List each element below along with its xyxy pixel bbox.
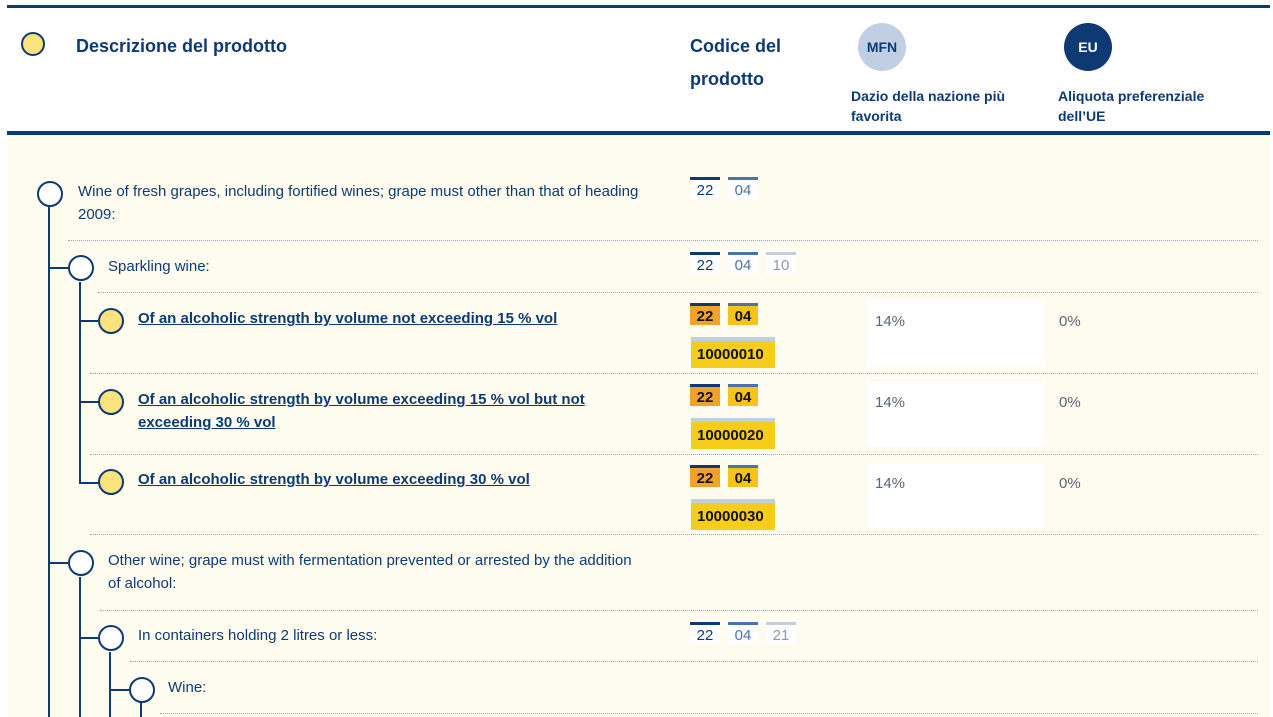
product-code: 22 04 21 (690, 622, 796, 644)
code-heading: 04 (728, 177, 758, 199)
code-subheading: 10 (766, 252, 796, 274)
tree-line (79, 320, 99, 322)
tree-line (140, 702, 142, 717)
row-separator (130, 661, 1258, 662)
tree-node-icon[interactable] (98, 625, 124, 651)
tree-line (48, 562, 70, 564)
code-heading: 04 (728, 384, 758, 406)
code-chapter: 22 (690, 622, 720, 644)
row-description: In containers holding 2 litres or less: (138, 627, 378, 644)
tree-node-icon[interactable] (129, 677, 155, 703)
mfn-rate: 14% (875, 313, 906, 330)
code-suffix: 10000010 (691, 337, 775, 368)
code-subheading: 21 (766, 622, 796, 644)
product-code: 22 04 (690, 303, 758, 325)
row-description: Sparkling wine: (108, 258, 210, 275)
eu-rate: 0% (1059, 394, 1081, 411)
mfn-rate: 14% (875, 475, 906, 492)
eu-rate: 0% (1059, 475, 1081, 492)
row-separator (90, 373, 1258, 374)
eu-badge: EU (1064, 23, 1112, 71)
tree-line (79, 401, 99, 403)
mfn-cell (867, 300, 1045, 366)
product-code: 22 04 10 (690, 252, 796, 274)
code-chapter: 22 (690, 177, 720, 199)
commodity-link[interactable]: Of an alcoholic strength by volume excee… (138, 388, 658, 434)
mfn-cell (867, 462, 1045, 528)
header-code: Codice del prodotto (690, 36, 782, 89)
code-heading: 04 (728, 252, 758, 274)
tree-line (48, 206, 50, 717)
mfn-cell (867, 381, 1045, 447)
leaf-node-icon[interactable] (98, 469, 124, 495)
tree-node-icon[interactable] (37, 181, 63, 207)
tree-line (79, 577, 81, 717)
code-suffix: 10000020 (691, 418, 775, 449)
product-code: 22 04 (690, 384, 758, 406)
legend-dot-icon (21, 32, 45, 56)
commodity-link[interactable]: Of an alcoholic strength by volume not e… (138, 307, 658, 330)
tree-line (48, 267, 70, 269)
header-mfn-label: Dazio della nazione più favorita (851, 88, 1006, 124)
code-heading: 04 (728, 622, 758, 644)
commodity-link[interactable]: Of an alcoholic strength by volume excee… (138, 468, 658, 491)
code-heading: 04 (728, 303, 758, 325)
code-chapter: 22 (690, 252, 720, 274)
header-description: Descrizione del prodotto (76, 36, 288, 56)
code-chapter: 22 (690, 303, 720, 325)
code-suffix: 10000030 (691, 499, 775, 530)
row-description: Other wine; grape must with fermentation… (108, 552, 632, 592)
row-description: Wine of fresh grapes, including fortifie… (78, 183, 639, 223)
tree-line (79, 637, 99, 639)
product-code: 22 04 (690, 465, 758, 487)
code-heading: 04 (728, 465, 758, 487)
row-description: Wine: (168, 679, 207, 696)
row-separator (98, 292, 1258, 293)
code-chapter: 22 (690, 384, 720, 406)
tree-line (79, 282, 81, 482)
tree-line (79, 482, 99, 484)
mfn-rate: 14% (875, 394, 906, 411)
row-separator (90, 454, 1258, 455)
tree-node-icon[interactable] (68, 550, 94, 576)
row-separator (160, 713, 1258, 714)
row-separator (68, 240, 1258, 241)
eu-rate: 0% (1059, 313, 1081, 330)
tree-line (109, 689, 129, 691)
mfn-badge: MFN (858, 23, 906, 71)
code-chapter: 22 (690, 465, 720, 487)
product-code: 22 04 (690, 177, 758, 199)
row-separator (90, 534, 1258, 535)
tree-node-icon[interactable] (68, 255, 94, 281)
row-separator (100, 610, 1258, 611)
leaf-node-icon[interactable] (98, 389, 124, 415)
header-eu-label: Aliquota preferenziale dell’UE (1058, 88, 1205, 124)
leaf-node-icon[interactable] (98, 308, 124, 334)
tree-line (109, 652, 111, 717)
